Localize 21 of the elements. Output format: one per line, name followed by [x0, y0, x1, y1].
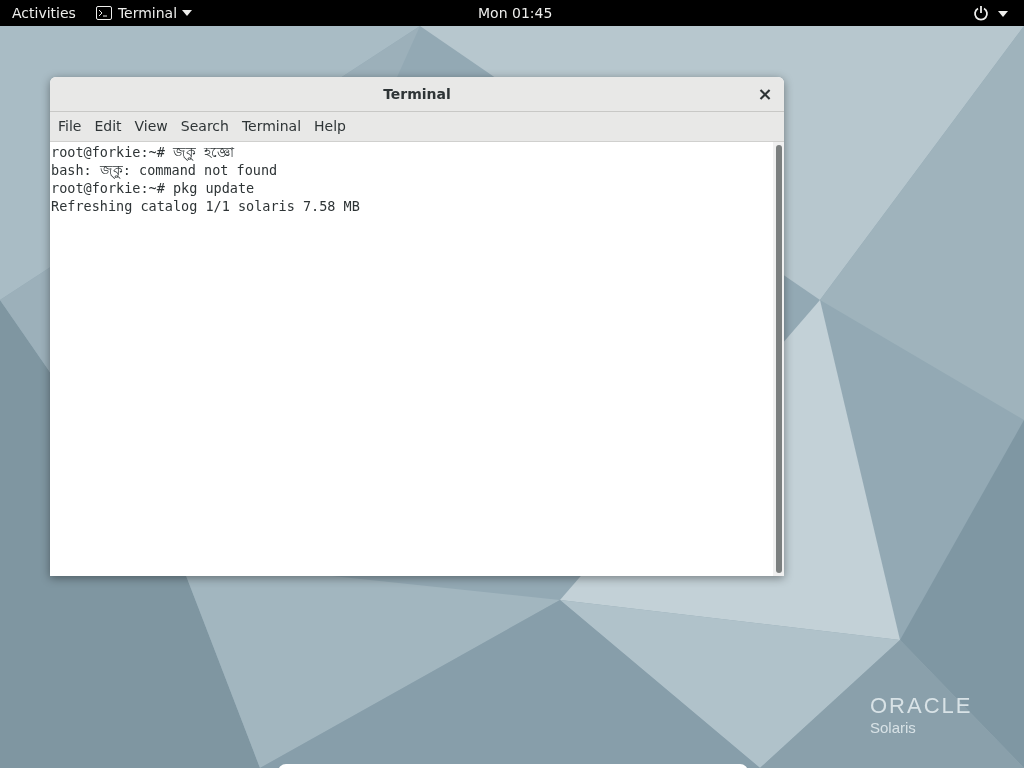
close-button[interactable]: ×	[756, 84, 774, 104]
terminal-icon	[95, 6, 112, 20]
caret-icon	[182, 10, 193, 16]
caret-icon[interactable]	[998, 11, 1008, 17]
window-title: Terminal	[383, 84, 451, 104]
power-icon[interactable]	[973, 5, 989, 21]
clock[interactable]: Mon 01:45	[478, 2, 553, 24]
terminal-line: root@forkie:~# জ্কু হজ্ঞো	[51, 143, 236, 161]
logo-brand: ORACLE	[870, 694, 973, 718]
activities-button[interactable]: Activities	[12, 2, 76, 24]
terminal-line: bash: জ্কু: command not found	[51, 161, 279, 179]
app-menu-button[interactable]: Terminal	[117, 2, 178, 24]
menu-item[interactable]: File	[58, 116, 82, 137]
menu-item[interactable]: Help	[314, 116, 346, 137]
terminal-line: root@forkie:~# pkg update	[51, 179, 256, 197]
terminal-line: Refreshing catalog 1/1 solaris 7.58 MB	[51, 197, 361, 215]
logo-product: Solaris	[870, 718, 917, 738]
menu-item[interactable]: Search	[180, 116, 229, 137]
menu-item[interactable]: View	[134, 116, 168, 137]
menu-item[interactable]: Edit	[94, 116, 122, 137]
menu-item[interactable]: Terminal	[241, 116, 302, 137]
